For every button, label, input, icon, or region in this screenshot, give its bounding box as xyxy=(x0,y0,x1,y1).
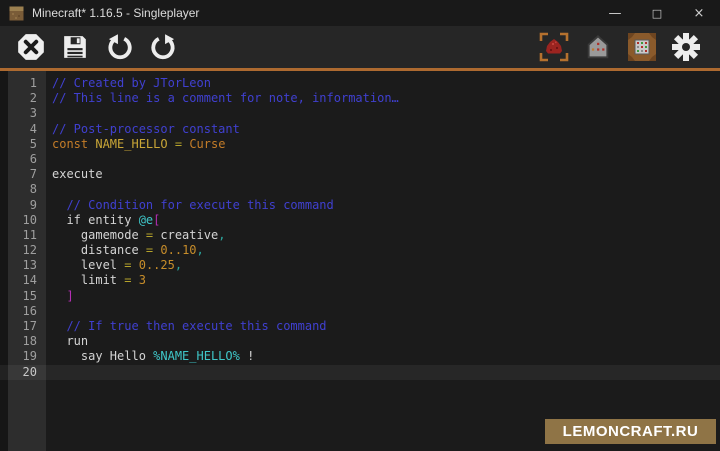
line-content: limit = 3 xyxy=(46,273,146,288)
code-line[interactable]: 5const NAME_HELLO = Curse xyxy=(0,137,720,152)
settings-button[interactable] xyxy=(668,29,704,65)
crafting-button[interactable] xyxy=(624,29,660,65)
undo-arrow-icon xyxy=(106,34,133,61)
undo-button[interactable] xyxy=(101,29,137,65)
line-number: 19 xyxy=(0,349,46,364)
code-line[interactable]: 12 distance = 0..10, xyxy=(0,243,720,258)
line-number: 4 xyxy=(0,122,46,137)
window-title: Minecraft* 1.16.5 - Singleplayer xyxy=(32,6,594,20)
toolbar-left xyxy=(9,29,185,65)
titlebar: Minecraft* 1.16.5 - Singleplayer — □ × xyxy=(0,0,720,26)
home-block-icon xyxy=(584,33,612,61)
line-content: execute xyxy=(46,167,103,182)
code-line[interactable]: 4// Post-processor constant xyxy=(0,122,720,137)
code-line[interactable]: 11 gamemode = creative, xyxy=(0,228,720,243)
code-line[interactable]: 6 xyxy=(0,152,720,167)
crafting-table-icon xyxy=(627,32,657,62)
line-number: 17 xyxy=(0,319,46,334)
window-controls: — □ × xyxy=(594,0,720,26)
code-line[interactable]: 20 xyxy=(0,365,720,380)
line-number: 7 xyxy=(0,167,46,182)
line-content: distance = 0..10, xyxy=(46,243,204,258)
redstone-dust-icon xyxy=(539,32,569,62)
line-number: 15 xyxy=(0,289,46,304)
code-line[interactable]: 17 // If true then execute this command xyxy=(0,319,720,334)
line-content xyxy=(46,152,52,167)
code-line[interactable]: 2// This line is a comment for note, inf… xyxy=(0,91,720,106)
line-number: 14 xyxy=(0,273,46,288)
line-number: 16 xyxy=(0,304,46,319)
redo-button[interactable] xyxy=(145,29,181,65)
line-content: // If true then execute this command xyxy=(46,319,327,334)
code-line[interactable]: 13 level = 0..25, xyxy=(0,258,720,273)
line-content: // Condition for execute this command xyxy=(46,198,334,213)
grass-block-icon xyxy=(9,6,24,21)
toolbar-right xyxy=(532,29,708,65)
line-number: 20 xyxy=(0,365,46,380)
gear-icon xyxy=(671,32,701,62)
line-number: 13 xyxy=(0,258,46,273)
line-content: say Hello %NAME_HELLO% ! xyxy=(46,349,254,364)
redo-arrow-icon xyxy=(150,34,177,61)
watermark-label: LEMONCRAFT.RU xyxy=(563,423,699,440)
cancel-button[interactable] xyxy=(13,29,49,65)
editor-lines: 1// Created by JTorLeon2// This line is … xyxy=(0,76,720,380)
line-content xyxy=(46,182,52,197)
line-content xyxy=(46,106,52,121)
line-number: 10 xyxy=(0,213,46,228)
line-number: 11 xyxy=(0,228,46,243)
code-line[interactable]: 1// Created by JTorLeon xyxy=(0,76,720,91)
line-number: 12 xyxy=(0,243,46,258)
save-button[interactable] xyxy=(57,29,93,65)
home-button[interactable] xyxy=(580,29,616,65)
line-number: 18 xyxy=(0,334,46,349)
line-number: 9 xyxy=(0,198,46,213)
line-content: const NAME_HELLO = Curse xyxy=(46,137,225,152)
line-number: 5 xyxy=(0,137,46,152)
line-number: 1 xyxy=(0,76,46,91)
code-line[interactable]: 16 xyxy=(0,304,720,319)
code-line[interactable]: 19 say Hello %NAME_HELLO% ! xyxy=(0,349,720,364)
line-content: run xyxy=(46,334,88,349)
octagon-x-icon xyxy=(17,33,45,61)
line-number: 2 xyxy=(0,91,46,106)
code-line[interactable]: 7execute xyxy=(0,167,720,182)
code-line[interactable]: 18 run xyxy=(0,334,720,349)
line-content: // Post-processor constant xyxy=(46,122,240,137)
app-window: Minecraft* 1.16.5 - Singleplayer — □ × xyxy=(0,0,720,451)
code-line[interactable]: 9 // Condition for execute this command xyxy=(0,198,720,213)
line-number: 8 xyxy=(0,182,46,197)
line-content: level = 0..25, xyxy=(46,258,182,273)
line-number: 6 xyxy=(0,152,46,167)
code-line[interactable]: 15 ] xyxy=(0,289,720,304)
minimize-button[interactable]: — xyxy=(594,0,636,26)
line-content: // This line is a comment for note, info… xyxy=(46,91,399,106)
line-content: ] xyxy=(46,289,74,304)
line-content xyxy=(46,365,52,380)
code-line[interactable]: 3 xyxy=(0,106,720,121)
close-button[interactable]: × xyxy=(678,0,720,26)
line-content xyxy=(46,304,52,319)
code-editor[interactable]: 1// Created by JTorLeon2// This line is … xyxy=(0,71,720,451)
line-content: if entity @e[ xyxy=(46,213,160,228)
toolbar xyxy=(0,26,720,68)
line-content: // Created by JTorLeon xyxy=(46,76,211,91)
watermark-badge: LEMONCRAFT.RU xyxy=(545,419,716,444)
line-number: 3 xyxy=(0,106,46,121)
redstone-select-button[interactable] xyxy=(536,29,572,65)
maximize-button[interactable]: □ xyxy=(636,0,678,26)
code-line[interactable]: 14 limit = 3 xyxy=(0,273,720,288)
code-line[interactable]: 10 if entity @e[ xyxy=(0,213,720,228)
line-content: gamemode = creative, xyxy=(46,228,225,243)
floppy-disk-icon xyxy=(62,34,88,60)
code-line[interactable]: 8 xyxy=(0,182,720,197)
